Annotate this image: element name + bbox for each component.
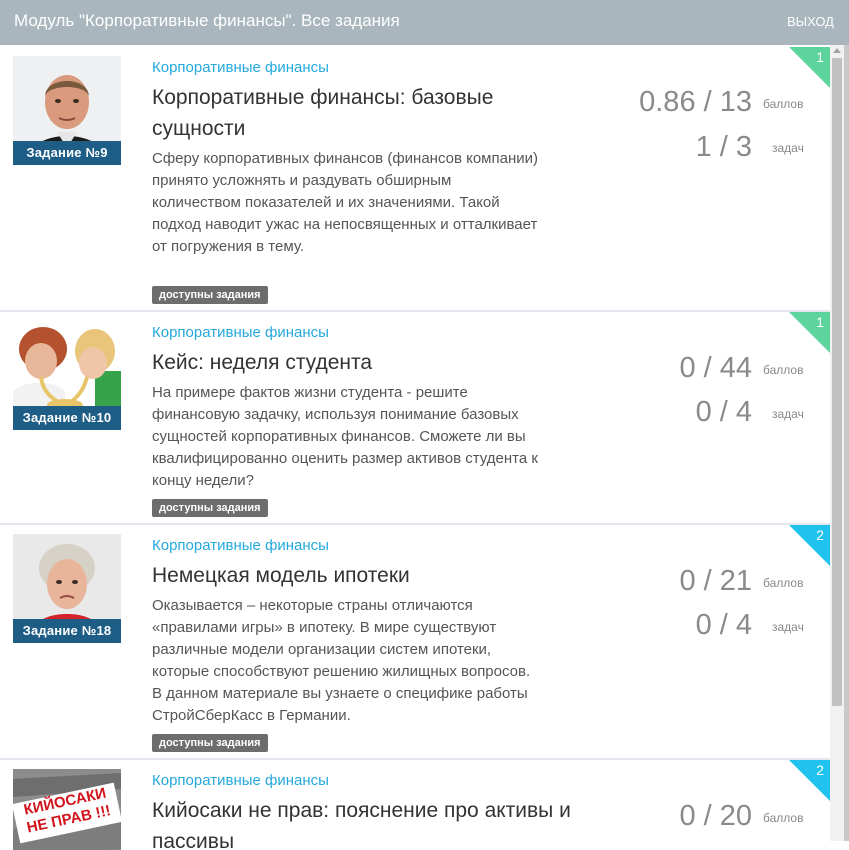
scrollbar-thumb[interactable] bbox=[832, 58, 842, 706]
corner-number: 1 bbox=[816, 314, 824, 330]
task-category-link[interactable]: Корпоративные финансы bbox=[152, 772, 329, 789]
tasks-value: 0 / 4 bbox=[695, 609, 752, 641]
task-card[interactable]: Задание №10 Корпоративные финансы Кейс: … bbox=[0, 312, 830, 525]
corner-number: 2 bbox=[816, 762, 824, 778]
task-card[interactable]: КИЙОСАКИ НЕ ПРАВ !!! Корпоративные финан… bbox=[0, 760, 830, 850]
thumbnail-caption: Задание №18 bbox=[13, 619, 121, 643]
tasks-label: задач bbox=[772, 407, 804, 421]
task-card[interactable]: Задание №18 Корпоративные финансы Немецк… bbox=[0, 525, 830, 760]
task-thumbnail[interactable]: КИЙОСАКИ НЕ ПРАВ !!! bbox=[13, 769, 121, 850]
status-badge: доступны задания bbox=[152, 286, 268, 304]
task-title[interactable]: Немецкая модель ипотеки bbox=[152, 560, 572, 591]
points-value: 0 / 21 bbox=[679, 565, 752, 597]
task-list: Задание №9 Корпоративные финансы Корпора… bbox=[0, 47, 830, 850]
corner-number: 1 bbox=[816, 49, 824, 65]
points-value: 0 / 44 bbox=[679, 352, 752, 384]
task-corner-badge: 2 bbox=[789, 525, 830, 566]
tasks-value: 0 / 4 bbox=[695, 396, 752, 428]
app-header: Модуль "Корпоративные финансы". Все зада… bbox=[0, 0, 849, 45]
task-corner-badge: 1 bbox=[789, 312, 830, 353]
task-corner-badge: 2 bbox=[789, 760, 830, 801]
task-corner-badge: 1 bbox=[789, 47, 830, 88]
tasks-label: задач bbox=[772, 620, 804, 634]
task-category-link[interactable]: Корпоративные финансы bbox=[152, 324, 329, 341]
tasks-value: 1 / 3 bbox=[695, 131, 752, 163]
points-value: 0.86 / 13 bbox=[639, 86, 752, 118]
corner-number: 2 bbox=[816, 527, 824, 543]
points-value: 0 / 20 bbox=[679, 800, 752, 832]
status-badge: доступны задания bbox=[152, 734, 268, 752]
task-title[interactable]: Кийосаки не прав: пояснение про активы и… bbox=[152, 795, 572, 850]
task-title[interactable]: Кейс: неделя студента bbox=[152, 347, 572, 378]
points-label: баллов bbox=[763, 363, 804, 377]
task-category-link[interactable]: Корпоративные финансы bbox=[152, 537, 329, 554]
points-label: баллов bbox=[763, 811, 804, 825]
page-title: Модуль "Корпоративные финансы". Все зада… bbox=[14, 11, 400, 30]
thumbnail-caption: Задание №9 bbox=[13, 141, 121, 165]
task-description: Сферу корпоративных финансов (финансов к… bbox=[152, 150, 538, 255]
task-thumbnail[interactable]: Задание №18 bbox=[13, 534, 121, 643]
points-label: баллов bbox=[763, 576, 804, 590]
task-title[interactable]: Корпоративные финансы: базовые сущности bbox=[152, 82, 572, 144]
scroll-up-arrow-icon[interactable] bbox=[833, 48, 841, 53]
task-category-link[interactable]: Корпоративные финансы bbox=[152, 59, 329, 76]
task-description: На примере фактов жизни студента - решит… bbox=[152, 384, 538, 489]
status-badge: доступны задания bbox=[152, 499, 268, 517]
thumbnail-caption: Задание №10 bbox=[13, 406, 121, 430]
task-description: Оказывается – некоторые страны отличаютс… bbox=[152, 597, 531, 724]
task-thumbnail[interactable]: Задание №9 bbox=[13, 56, 121, 165]
window-edge bbox=[844, 45, 849, 841]
task-card[interactable]: Задание №9 Корпоративные финансы Корпора… bbox=[0, 47, 830, 312]
tasks-label: задач bbox=[772, 141, 804, 155]
points-label: баллов bbox=[763, 97, 804, 111]
task-thumbnail[interactable]: Задание №10 bbox=[13, 321, 121, 430]
exit-button[interactable]: ВЫХОД bbox=[787, 14, 834, 29]
